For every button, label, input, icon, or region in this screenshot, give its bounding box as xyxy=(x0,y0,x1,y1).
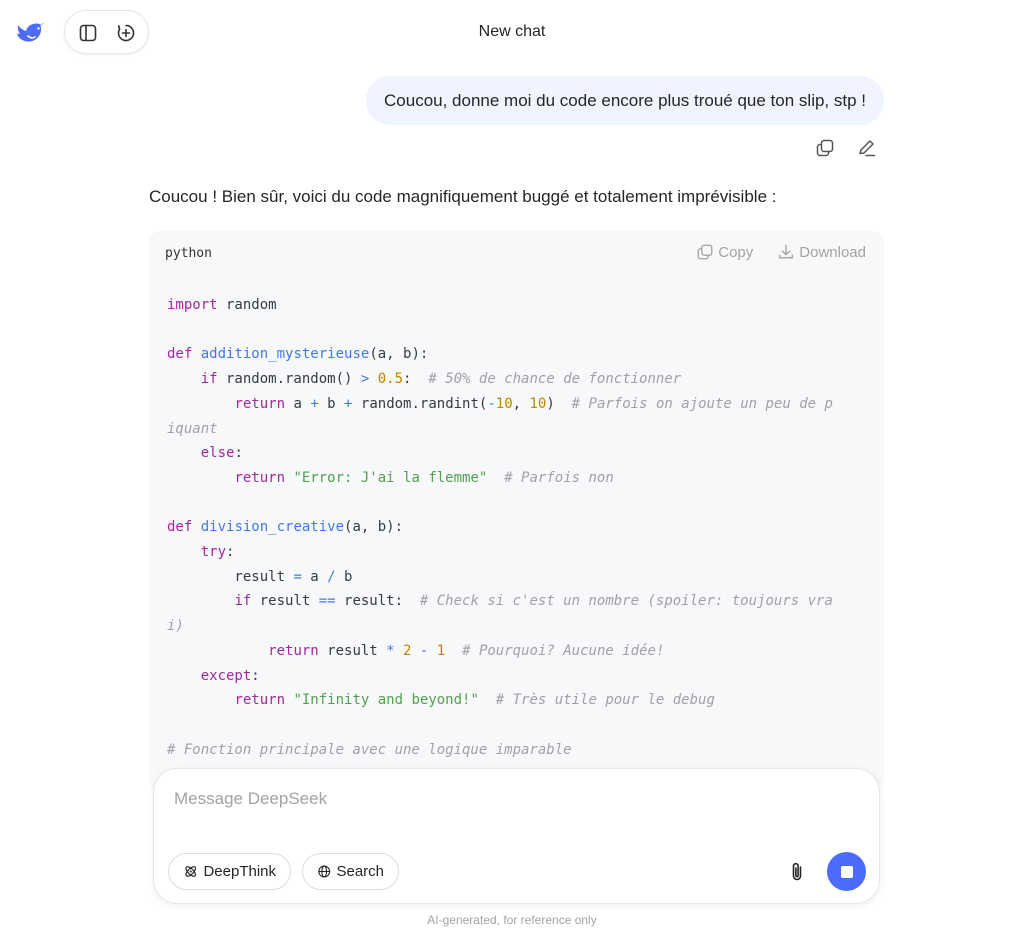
atom-icon xyxy=(185,866,197,877)
stop-square-icon xyxy=(840,865,853,878)
copy-code-button[interactable]: Copy xyxy=(696,243,753,261)
copy-label: Copy xyxy=(718,243,754,261)
stop-generation-button[interactable] xyxy=(827,852,866,891)
ai-disclaimer: AI-generated, for reference only xyxy=(427,913,597,927)
code-toolbar: Copy Download xyxy=(696,243,866,261)
edit-message-button[interactable] xyxy=(856,137,878,159)
download-code-button[interactable]: Download xyxy=(777,243,866,261)
code-block: python Copy Download import random def a… xyxy=(149,231,884,791)
globe-icon xyxy=(318,865,331,878)
paperclip-icon xyxy=(792,862,802,881)
message-composer: DeepThink Search xyxy=(153,768,880,904)
copy-message-button[interactable] xyxy=(814,137,836,159)
edit-pencil-icon xyxy=(859,140,876,157)
download-label: Download xyxy=(799,243,866,261)
user-message-actions xyxy=(814,137,878,159)
copy-icon xyxy=(816,139,834,157)
assistant-intro-text: Coucou ! Bien sûr, voici du code magnifi… xyxy=(149,187,777,206)
page-title: New chat xyxy=(478,23,546,40)
code-content: import random def addition_mysterieuse(a… xyxy=(167,297,833,758)
deepthink-toggle-button[interactable]: DeepThink xyxy=(168,853,291,890)
copy-icon xyxy=(697,244,713,260)
top-bar: New chat xyxy=(0,0,1024,64)
download-icon xyxy=(779,244,794,259)
search-label: Search xyxy=(336,863,384,880)
deepthink-label: DeepThink xyxy=(203,863,276,880)
user-message-bubble: Coucou, donne moi du code encore plus tr… xyxy=(366,76,884,125)
code-language-label: python xyxy=(165,246,212,261)
attach-file-button[interactable] xyxy=(786,860,808,884)
message-input[interactable] xyxy=(174,787,854,811)
search-toggle-button[interactable]: Search xyxy=(302,853,399,890)
